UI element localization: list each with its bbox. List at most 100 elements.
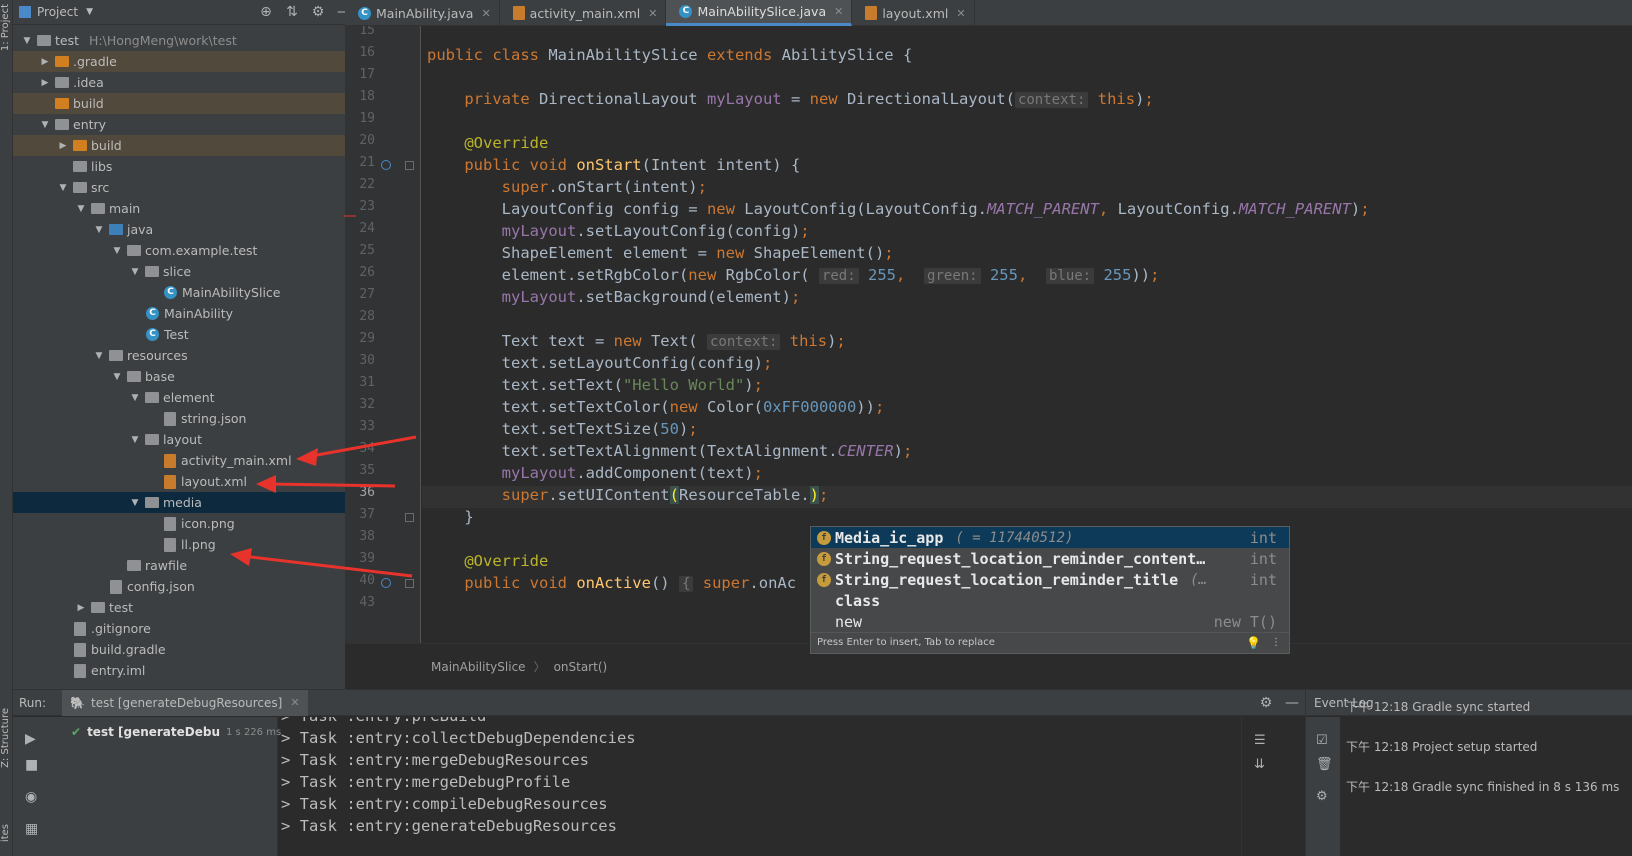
tree-item[interactable]: config.json [13, 576, 356, 597]
soft-wrap-icon[interactable]: ☰ [1254, 733, 1266, 748]
tree-item[interactable]: layout.xml [13, 471, 356, 492]
expand-arrow-icon[interactable]: ▼ [93, 351, 105, 361]
fold-marker-icon[interactable] [405, 579, 414, 588]
close-icon[interactable]: ✕ [956, 7, 965, 20]
autocomplete-popup[interactable]: f Media_ic_app ( = 117440512) int f String_re… [810, 526, 1290, 654]
tree-item[interactable]: icon.png [13, 513, 356, 534]
gear-icon[interactable]: ⚙ [1253, 695, 1279, 711]
tree-item[interactable]: C Test [13, 324, 356, 345]
autocomplete-item[interactable]: new new T() [811, 611, 1289, 632]
tree-item[interactable]: ▼ resources [13, 345, 356, 366]
run-tab[interactable]: 🐘 test [generateDebugResources] ✕ [62, 689, 308, 716]
mark-read-icon[interactable]: ☑ [1316, 733, 1328, 748]
expand-arrow-icon[interactable]: ▼ [111, 372, 123, 382]
tree-item[interactable]: ▶ test [13, 597, 356, 618]
tree-item[interactable]: C MainAbility [13, 303, 356, 324]
expand-arrow-icon[interactable]: ▼ [21, 36, 33, 46]
rerun-icon[interactable]: ▶ [25, 731, 36, 747]
project-panel-header: Project ▼ ⊕ ⇅ ⚙ — [13, 0, 357, 25]
collapse-arrow-icon[interactable]: ▶ [39, 78, 51, 88]
stop-icon[interactable]: ■ [25, 757, 38, 773]
editor-tab[interactable]: C MainAbilitySlice.java ✕ [666, 0, 853, 26]
eye-icon[interactable]: ◉ [25, 789, 37, 805]
autocomplete-item[interactable]: f String_request_location_reminder_conten… [811, 548, 1289, 569]
override-marker-icon[interactable] [381, 160, 391, 170]
structure-tool-label[interactable]: Z: Structure [0, 708, 13, 768]
tree-item[interactable]: build.gradle [13, 639, 356, 660]
expand-arrow-icon[interactable]: ▼ [129, 435, 141, 445]
tree-item[interactable]: ▼ layout [13, 429, 356, 450]
expand-arrow-icon[interactable]: ▼ [129, 393, 141, 403]
tree-item[interactable]: rawfile [13, 555, 356, 576]
locate-icon[interactable]: ⊕ [253, 4, 279, 20]
minimize-icon[interactable]: — [1279, 695, 1305, 711]
tree-item[interactable]: ▼ main [13, 198, 356, 219]
lightbulb-icon[interactable]: 💡 [1246, 636, 1271, 650]
autocomplete-item[interactable]: class [811, 590, 1289, 611]
tree-item[interactable]: libs [13, 156, 356, 177]
close-icon[interactable]: ✕ [290, 696, 299, 709]
line-number: 17 [359, 67, 375, 82]
tree-item[interactable]: ▼ java [13, 219, 356, 240]
tree-item[interactable]: .gitignore [13, 618, 356, 639]
console-output[interactable]: > Task :entry:preBuild > Task :entry:coll… [281, 717, 1241, 856]
expand-arrow-icon[interactable]: ▼ [129, 498, 141, 508]
breadcrumb-class[interactable]: MainAbilitySlice [431, 660, 526, 674]
chevron-down-icon[interactable]: ▼ [86, 7, 93, 17]
tree-item[interactable]: ▼ src [13, 177, 356, 198]
close-icon[interactable]: ✕ [834, 5, 843, 18]
run-tree-item[interactable]: ✔ test [generateDebu 1 s 226 ms [71, 725, 281, 739]
editor-tab[interactable]: activity_main.xml ✕ [500, 0, 667, 26]
expand-arrow-icon[interactable]: ▼ [75, 204, 87, 214]
fold-marker-icon[interactable] [405, 513, 414, 522]
more-options-icon[interactable]: ⋮ [1271, 637, 1289, 648]
autocomplete-item[interactable]: f Media_ic_app ( = 117440512) int [811, 527, 1289, 548]
tree-item[interactable]: entry.iml [13, 660, 356, 681]
tree-item[interactable]: ▼ test H:\HongMeng\work\test [13, 30, 356, 51]
scroll-to-end-icon[interactable]: ⇊ [1254, 757, 1265, 772]
tree-item[interactable]: build [13, 93, 356, 114]
expand-arrow-icon[interactable]: ▼ [129, 267, 141, 277]
expand-arrow-icon[interactable]: ▼ [111, 246, 123, 256]
expand-arrow-icon[interactable]: ▼ [93, 225, 105, 235]
project-tool-label[interactable]: 1: Project [0, 4, 13, 51]
tree-item[interactable]: activity_main.xml [13, 450, 356, 471]
editor-tab[interactable]: layout.xml ✕ [852, 0, 975, 26]
autocomplete-item[interactable]: f String_request_location_reminder_title (… [811, 569, 1289, 590]
tree-item[interactable]: ▼ element [13, 387, 356, 408]
gear-icon[interactable]: ⚙ [305, 4, 331, 20]
tree-item[interactable]: ▼ entry [13, 114, 356, 135]
autocomplete-hint: Press Enter to insert, Tab to replace [817, 637, 995, 648]
expand-arrow-icon[interactable]: ▼ [39, 120, 51, 130]
tree-item[interactable]: C MainAbilitySlice [13, 282, 356, 303]
trash-icon[interactable]: 🗑 [1316, 757, 1333, 772]
collapse-arrow-icon[interactable]: ▶ [39, 57, 51, 67]
code-line: Text text = new Text( context: this); [427, 332, 846, 350]
tree-item-label: build [91, 138, 122, 153]
close-icon[interactable]: ✕ [648, 7, 657, 20]
line-number: 29 [359, 331, 375, 346]
tree-item[interactable]: ▼ base [13, 366, 356, 387]
tree-item[interactable]: ▼ com.example.test [13, 240, 356, 261]
tree-item[interactable]: ▼ slice [13, 261, 356, 282]
tree-item-label: MainAbility [164, 306, 234, 321]
tree-item[interactable]: ▶ build [13, 135, 356, 156]
tree-item[interactable]: ▼ media [13, 492, 356, 513]
layout-icon[interactable]: ▦ [25, 821, 38, 837]
tree-item[interactable]: ▶ .gradle [13, 51, 356, 72]
expand-arrow-icon[interactable]: ▼ [57, 183, 69, 193]
collapse-all-icon[interactable]: ⇅ [279, 4, 305, 20]
close-icon[interactable]: ✕ [481, 7, 490, 20]
override-marker-icon[interactable] [381, 578, 391, 588]
tree-item[interactable]: ▶ .idea [13, 72, 356, 93]
collapse-arrow-icon[interactable]: ▶ [57, 141, 69, 151]
fold-marker-icon[interactable] [405, 161, 414, 170]
tree-item[interactable]: string.json [13, 408, 356, 429]
project-view-selector[interactable]: Project [37, 5, 78, 19]
tree-item[interactable]: ll.png [13, 534, 356, 555]
breadcrumb-method[interactable]: onStart() [554, 660, 608, 674]
editor-tab[interactable]: C MainAbility.java ✕ [345, 0, 500, 26]
favorites-tool-label[interactable]: ites [0, 824, 13, 842]
collapse-arrow-icon[interactable]: ▶ [75, 603, 87, 613]
settings-icon[interactable]: ⚙ [1316, 789, 1328, 804]
